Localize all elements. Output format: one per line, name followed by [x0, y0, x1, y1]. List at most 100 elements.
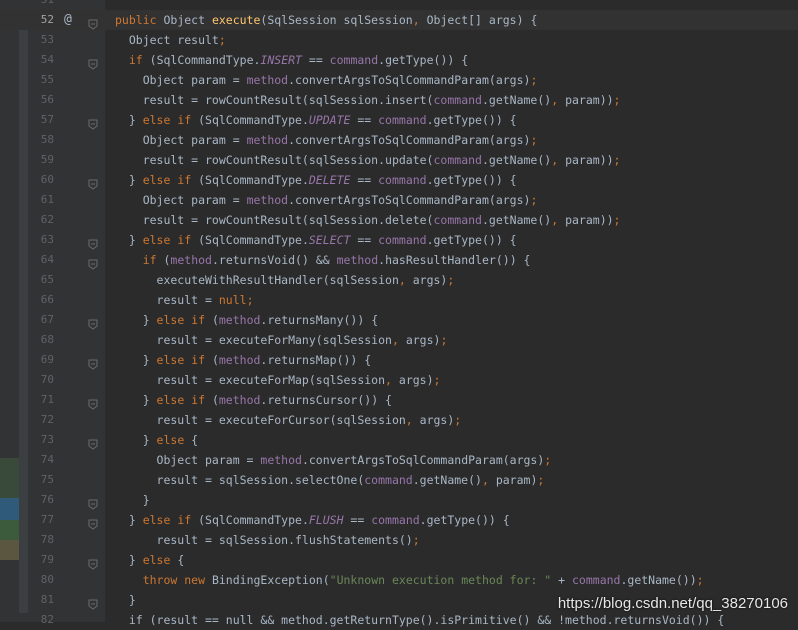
code-line[interactable]: 75 result = sqlSession.selectOne(command… — [0, 470, 798, 490]
code-token: result = rowCountResult(sqlSession.inser… — [115, 93, 434, 107]
code-token: .hasResultHandler()) { — [378, 253, 531, 267]
code-line[interactable]: 52 @ public Object execute(SqlSession sqlS… — [0, 10, 798, 30]
code-token: command — [433, 153, 482, 167]
code-text: throw new BindingException("Unknown exec… — [115, 570, 704, 590]
fold-marker-icon[interactable] — [88, 235, 98, 250]
line-number: 65 — [40, 273, 54, 286]
code-line[interactable]: 65 executeWithResultHandler(sqlSession, … — [0, 270, 798, 290]
code-token: param)) — [565, 153, 614, 167]
code-text: result = sqlSession.flushStatements(); — [115, 530, 420, 550]
code-token: param)) — [565, 213, 614, 227]
code-token: param) — [495, 473, 538, 487]
code-token: else if — [142, 113, 199, 127]
fold-marker-icon[interactable] — [88, 435, 98, 450]
fold-marker-icon[interactable] — [88, 355, 98, 370]
code-line[interactable]: 71 } else if (method.returnsCursor()) { — [0, 390, 798, 410]
code-line[interactable]: 56 result = rowCountResult(sqlSession.in… — [0, 90, 798, 110]
code-token: + — [551, 573, 572, 587]
fold-marker-icon[interactable] — [88, 255, 98, 270]
code-token: , — [551, 153, 566, 167]
code-token: } — [115, 313, 157, 327]
code-token: == — [343, 513, 372, 527]
code-token: ; — [537, 473, 545, 487]
code-token: .getType()) { — [426, 233, 517, 247]
code-line[interactable]: 73 } else { — [0, 430, 798, 450]
code-token: result = executeForMany(sqlSession — [115, 333, 392, 347]
code-line[interactable]: 77 } else if (SqlCommandType.FLUSH == co… — [0, 510, 798, 530]
code-line[interactable]: 54 if (SqlCommandType.INSERT == command.… — [0, 50, 798, 70]
code-text: } else if (method.returnsCursor()) { — [115, 390, 392, 410]
code-token: ; — [440, 333, 448, 347]
code-line[interactable]: 57 } else if (SqlCommandType.UPDATE == c… — [0, 110, 798, 130]
code-token: , — [551, 93, 566, 107]
code-text: Object param = method.convertArgsToSqlCo… — [115, 450, 552, 470]
code-line[interactable]: 82 if (result == null && method.getRetur… — [0, 610, 798, 630]
code-line[interactable]: 67 } else if (method.returnsMany()) { — [0, 310, 798, 330]
code-text: } — [115, 590, 136, 610]
fold-marker-icon[interactable] — [88, 595, 98, 610]
code-token: public — [115, 13, 164, 27]
code-token: ; — [412, 533, 420, 547]
code-line[interactable]: 51 — [0, 0, 798, 10]
fold-marker-icon[interactable] — [88, 515, 98, 530]
code-line[interactable]: 66 result = null; — [0, 290, 798, 310]
code-line[interactable]: 70 result = executeForMap(sqlSession, ar… — [0, 370, 798, 390]
fold-marker-icon[interactable] — [88, 395, 98, 410]
code-token: args) — [419, 413, 455, 427]
code-token: .getType()) { — [378, 53, 469, 67]
code-token: .getType()) { — [419, 513, 510, 527]
code-token: method — [218, 313, 261, 327]
code-token: } — [115, 353, 157, 367]
code-line[interactable]: 69 } else if (method.returnsMap()) { — [0, 350, 798, 370]
fold-marker-icon[interactable] — [88, 495, 98, 510]
code-line[interactable]: 60 } else if (SqlCommandType.DELETE == c… — [0, 170, 798, 190]
fold-marker-icon[interactable] — [88, 15, 98, 30]
code-token: .getType()) { — [426, 113, 517, 127]
code-line[interactable]: 62 result = rowCountResult(sqlSession.de… — [0, 210, 798, 230]
line-number: 72 — [40, 413, 54, 426]
code-token: .getName() — [412, 473, 482, 487]
line-number: 57 — [40, 113, 54, 126]
code-line[interactable]: 58 Object param = method.convertArgsToSq… — [0, 130, 798, 150]
line-number: 56 — [40, 93, 54, 106]
line-number: 53 — [40, 33, 54, 46]
code-token: Object param = — [115, 193, 247, 207]
code-token: Object — [163, 13, 212, 27]
code-token: , — [398, 273, 413, 287]
code-token: if — [142, 253, 164, 267]
code-line[interactable]: 79 } else { — [0, 550, 798, 570]
fold-marker-icon[interactable] — [88, 175, 98, 190]
code-line[interactable]: 68 result = executeForMany(sqlSession, a… — [0, 330, 798, 350]
line-number: 82 — [40, 613, 54, 626]
code-line[interactable]: 63 } else if (SqlCommandType.SELECT == c… — [0, 230, 798, 250]
fold-marker-icon[interactable] — [88, 115, 98, 130]
code-token: Object param = — [115, 73, 247, 87]
fold-marker-icon[interactable] — [88, 315, 98, 330]
code-token: method — [336, 253, 379, 267]
code-text: result = rowCountResult(sqlSession.delet… — [115, 210, 621, 230]
code-line[interactable]: 61 Object param = method.convertArgsToSq… — [0, 190, 798, 210]
code-line[interactable]: 80 throw new BindingException("Unknown e… — [0, 570, 798, 590]
code-token: else if — [142, 233, 199, 247]
override-annotation-icon[interactable]: @ — [64, 11, 72, 29]
code-line[interactable]: 72 result = executeForCursor(sqlSession,… — [0, 410, 798, 430]
code-line[interactable]: 53 Object result; — [0, 30, 798, 50]
line-number: 63 — [40, 233, 54, 246]
code-line[interactable]: 76 } — [0, 490, 798, 510]
code-line[interactable]: 59 result = rowCountResult(sqlSession.up… — [0, 150, 798, 170]
code-line[interactable]: 64 if (method.returnsVoid() && method.ha… — [0, 250, 798, 270]
code-token: else if — [142, 513, 199, 527]
line-number: 64 — [40, 253, 54, 266]
code-token: command — [572, 573, 621, 587]
code-line[interactable]: 55 Object param = method.convertArgsToSq… — [0, 70, 798, 90]
fold-marker-icon[interactable] — [88, 555, 98, 570]
fold-marker-icon[interactable] — [88, 55, 98, 70]
code-text: executeWithResultHandler(sqlSession, arg… — [115, 270, 455, 290]
line-number: 51 — [28, 0, 54, 10]
code-line[interactable]: 74 Object param = method.convertArgsToSq… — [0, 450, 798, 470]
code-token: method — [246, 193, 289, 207]
code-line[interactable]: 78 result = sqlSession.flushStatements()… — [0, 530, 798, 550]
code-token: ; — [696, 573, 704, 587]
